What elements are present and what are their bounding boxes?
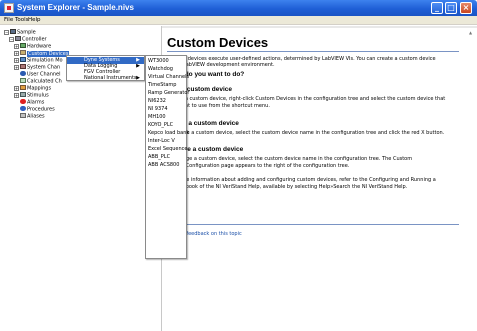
close-button[interactable]: × [460, 2, 472, 14]
submenu-item[interactable]: NI6232 [148, 97, 166, 105]
tree-item-calculated-channels[interactable]: Calculated Ch [20, 78, 62, 85]
expand-toggle-icon[interactable]: + [14, 51, 19, 56]
window-title: System Explorer - Sample.nivs [17, 3, 134, 12]
menu-tools[interactable]: Tools [15, 17, 29, 24]
system-channels-icon [20, 64, 26, 69]
tree-item-controller[interactable]: Controller [15, 36, 47, 43]
submenu-item[interactable]: KOYO_PLC [148, 121, 173, 129]
tree-item-simulation-models[interactable]: Simulation Mo [20, 57, 63, 64]
calculated-channels-icon [20, 78, 26, 83]
submenu-item[interactable]: Kepco load bank [148, 129, 189, 137]
submenu-arrow-icon: ▶ [136, 75, 140, 81]
tree-label: Simulation Mo [27, 57, 63, 64]
tree-label: Procedures [27, 106, 55, 113]
body-text: To add a custom device, right-click Cust… [167, 96, 446, 102]
tree-item-custom-devices[interactable]: Custom Devices [20, 50, 70, 57]
submenu-item[interactable]: TimeStamp [148, 81, 176, 89]
custom-devices-icon [20, 50, 26, 55]
collapse-toggle-icon[interactable]: − [4, 30, 9, 35]
tree-item-stimulus[interactable]: Stimulus [20, 92, 49, 99]
scroll-up-icon[interactable]: ▲ [467, 30, 474, 37]
alarms-icon [20, 99, 26, 104]
body-text: To change a custom device, select the cu… [167, 156, 413, 162]
expand-toggle-icon[interactable]: + [14, 86, 19, 91]
submenu-item[interactable]: ABB ACS800 [148, 161, 179, 169]
tree-label: System Chan [27, 64, 61, 71]
expand-toggle-icon[interactable]: + [14, 58, 19, 63]
menu-item-label: National Instruments [84, 75, 137, 81]
controller-icon [15, 36, 21, 41]
mappings-icon [20, 85, 26, 90]
submenu-item[interactable]: Virtual Channels [148, 73, 189, 81]
system-definition-icon [10, 29, 16, 34]
menu-file[interactable]: File [4, 17, 13, 24]
tree-label: Stimulus [27, 92, 49, 99]
tree-item-user-channels[interactable]: User Channel [20, 71, 61, 78]
body-text: To delete a custom device, select the cu… [167, 130, 445, 136]
help-toolbar [162, 26, 477, 28]
minimize-button[interactable]: _ [431, 2, 443, 14]
tree-item-alarms[interactable]: Alarms [20, 99, 44, 106]
tree-label: Mappings [27, 85, 52, 92]
submenu-item[interactable]: Inter-Loc V [148, 137, 175, 145]
system-explorer-icon [4, 3, 14, 13]
submenu-item[interactable]: ABB_PLC [148, 153, 170, 161]
maximize-icon: □ [447, 3, 455, 12]
title-bar: System Explorer - Sample.nivs _ □ × [0, 0, 477, 16]
hardware-icon [20, 43, 26, 48]
stimulus-icon [20, 92, 26, 97]
divider [167, 51, 459, 52]
custom-device-submenu: WT3000 Watchdog Virtual Channels TimeSta… [145, 55, 189, 259]
tree-label: Hardware [27, 43, 52, 50]
user-channels-icon [20, 71, 26, 76]
submenu-item[interactable]: MH100 [148, 113, 166, 121]
tree-item-mappings[interactable]: Mappings [20, 85, 51, 92]
minimize-icon: _ [435, 3, 439, 12]
tree-label: Controller [22, 36, 47, 43]
tree-label: Calculated Ch [27, 78, 62, 85]
procedures-icon [20, 106, 26, 111]
tree-item-procedures[interactable]: Procedures [20, 106, 55, 113]
submenu-item[interactable]: Watchdog [148, 65, 173, 73]
aliases-icon [20, 113, 26, 118]
simulation-models-icon [20, 57, 26, 62]
tree-item-sample[interactable]: Sample [10, 29, 36, 36]
body-text: Project book of the NI VeriStand Help, a… [167, 184, 408, 190]
menu-bar: File Tools Help [0, 16, 477, 25]
submenu-item[interactable]: Ramp Generator [148, 89, 189, 97]
tree-label: Aliases [27, 113, 45, 120]
expand-toggle-icon[interactable]: + [14, 93, 19, 98]
help-content: ▲ Custom Devices Custom devices execute … [162, 26, 477, 331]
tree-label: Sample [17, 29, 36, 36]
submenu-item[interactable]: WT3000 [148, 57, 169, 65]
close-icon: × [462, 3, 470, 12]
tree-label: User Channel [27, 71, 61, 78]
tree-label: Alarms [27, 99, 45, 106]
menu-item-national-instruments[interactable]: National Instruments ▶ [67, 75, 144, 82]
tree-item-hardware[interactable]: Hardware [20, 43, 51, 50]
tree-item-system-channels[interactable]: System Chan [20, 64, 60, 71]
body-text: For more information about adding and co… [167, 177, 436, 183]
submenu-item[interactable]: Excel Sequence [148, 145, 188, 153]
tree-item-aliases[interactable]: Aliases [20, 113, 45, 120]
tree-label: Custom Devices [27, 50, 70, 57]
menu-help[interactable]: Help [28, 17, 41, 24]
page-title: Custom Devices [167, 35, 269, 50]
collapse-toggle-icon[interactable]: − [9, 37, 14, 42]
divider [167, 224, 459, 225]
shortcut-menu: Dyne Systems ▶ Data Logging ▶ FGV Controll… [66, 55, 145, 81]
expand-toggle-icon[interactable]: + [14, 44, 19, 49]
submenu-item[interactable]: NI 9374 [148, 105, 168, 113]
maximize-button[interactable]: □ [445, 2, 457, 14]
expand-toggle-icon[interactable]: + [14, 65, 19, 70]
body-text: Device Configuration page appears to the… [167, 163, 350, 169]
